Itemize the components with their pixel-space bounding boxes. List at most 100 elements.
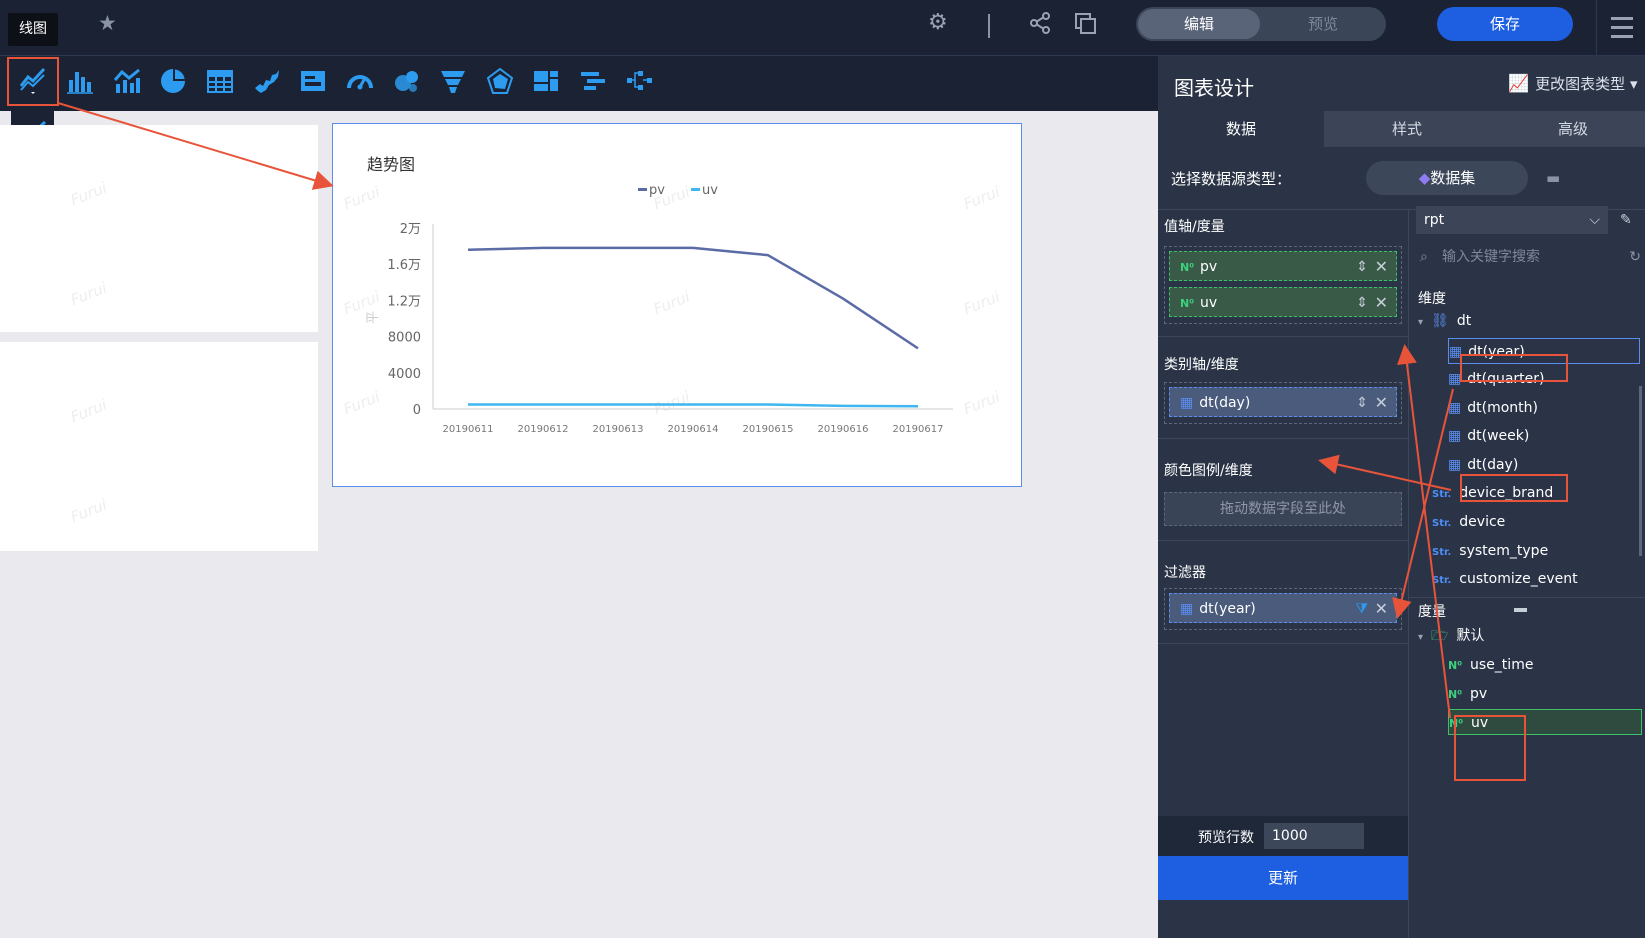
favorite-star-icon[interactable]: ★ — [98, 11, 117, 35]
dataset-select-value: rpt — [1424, 212, 1445, 228]
calendar-icon: ▦ — [1180, 395, 1194, 411]
field-label: customize_event — [1459, 571, 1578, 587]
datasource-type-label: 选择数据源类型： — [1171, 170, 1292, 188]
close-icon[interactable]: ✕ — [1375, 252, 1388, 282]
filter-label: 过滤器 — [1164, 565, 1206, 581]
number-badge-icon: N⁰ — [1448, 688, 1463, 701]
edit-dataset-icon[interactable]: ✎ — [1614, 206, 1645, 234]
field-pv[interactable]: N⁰ pv — [1448, 681, 1487, 707]
filter-icon[interactable]: ⧩ — [1356, 594, 1369, 624]
mode-toggle: 编辑 预览 — [1136, 7, 1386, 41]
chip-label: uv — [1200, 295, 1218, 311]
bubble-chart-icon[interactable] — [390, 64, 424, 98]
tab-data[interactable]: 数据 — [1158, 111, 1324, 147]
tab-advanced[interactable]: 高级 — [1490, 111, 1645, 147]
measure-folder[interactable]: ▾ 🗁 默认 — [1418, 623, 1484, 649]
field-device[interactable]: Str. device — [1432, 509, 1505, 535]
series-line-uv — [468, 403, 919, 408]
field-system-type[interactable]: Str. system_type — [1432, 538, 1548, 564]
string-badge-icon: Str. — [1432, 489, 1452, 500]
copy-icon[interactable] — [1073, 11, 1097, 35]
filter-dropzone: ▦ dt(year) ⧩ ✕ — [1164, 588, 1402, 630]
line-chart: 0 4000 8000 1.2万 1.6万 2万平 20190611 20190612 2019… — [366, 183, 953, 435]
kpi-card-icon[interactable] — [296, 64, 330, 98]
dim-root-dt[interactable]: ▾ ⛓ dt — [1418, 308, 1471, 334]
field-customize-event[interactable]: Str. customize_event — [1432, 566, 1578, 592]
expand-caret-icon[interactable]: ▾ — [1418, 317, 1423, 328]
trend-chart-card[interactable]: Furui Furui Furui Furui Furui Furui Furu… — [332, 123, 1022, 487]
value-chip-pv[interactable]: N⁰ pv ⇕ ✕ — [1169, 251, 1397, 281]
chip-label: dt(year) — [1199, 601, 1256, 617]
gauge-chart-icon[interactable] — [343, 64, 377, 98]
pie-chart-icon[interactable] — [156, 64, 190, 98]
dataset-button[interactable]: ◆数据集 — [1366, 161, 1528, 195]
calendar-icon: ▦ — [1180, 601, 1194, 617]
measure-title: 度量 — [1418, 604, 1446, 620]
menu-icon[interactable] — [1596, 0, 1645, 56]
category-axis-label: 类别轴/维度 — [1164, 357, 1239, 373]
divider — [1158, 438, 1408, 439]
close-icon[interactable]: ✕ — [1375, 288, 1388, 318]
field-dt-week[interactable]: ▦ dt(week) — [1448, 423, 1529, 449]
highlight-dt-year — [1460, 354, 1568, 382]
dataset-select[interactable]: rpt ⌵ — [1416, 206, 1608, 234]
hierarchy-icon: ⛓ — [1431, 313, 1449, 329]
table-icon[interactable] — [203, 64, 237, 98]
divider — [1408, 210, 1409, 938]
save-button[interactable]: 保存 — [1437, 7, 1573, 41]
radar-chart-icon[interactable] — [483, 64, 517, 98]
y-axis-label: 平 — [366, 311, 381, 324]
empty-report-card[interactable]: Furui Furui — [0, 342, 318, 551]
refresh-icon[interactable]: ↻ — [1629, 242, 1641, 272]
chevron-down-icon: ⌵ — [1589, 212, 1600, 228]
divider — [1158, 643, 1408, 644]
watermark: Furui — [67, 495, 110, 527]
divider — [1408, 597, 1645, 598]
share-icon[interactable] — [1028, 11, 1052, 35]
calendar-icon: ▦ — [1448, 457, 1462, 473]
category-chip-dt-day[interactable]: ▦ dt(day) ⇕ ✕ — [1169, 387, 1397, 417]
y-tick-label: 8000 — [388, 331, 421, 346]
gantt-chart-icon[interactable] — [576, 64, 610, 98]
field-list-scrollbar[interactable] — [1639, 386, 1642, 556]
dimension-title: 维度 — [1418, 291, 1446, 307]
top-bar: 线图 ★ ⚙ 编辑 预览 保存 — [0, 0, 1645, 56]
line-chart-icon[interactable] — [16, 62, 50, 96]
settings-gear-icon[interactable]: ⚙ — [928, 10, 948, 35]
map-chart-icon[interactable] — [250, 64, 284, 98]
folder-icon[interactable]: ▬ — [1538, 161, 1645, 195]
empty-report-card[interactable]: Furui Furui — [0, 125, 318, 332]
field-label: pv — [1470, 686, 1488, 702]
field-use-time[interactable]: N⁰ use_time — [1448, 652, 1533, 678]
tree-chart-icon[interactable] — [622, 64, 656, 98]
divider — [1158, 336, 1408, 337]
color-legend-dropzone[interactable]: 拖动数据字段至此处 — [1164, 492, 1402, 526]
preview-mode-button[interactable]: 预览 — [1262, 9, 1384, 39]
value-chip-uv[interactable]: N⁰ uv ⇕ ✕ — [1169, 287, 1397, 317]
x-tick-label: 20190614 — [668, 424, 719, 435]
update-button[interactable]: 更新 — [1158, 856, 1408, 900]
expand-caret-icon[interactable]: ▾ — [1418, 632, 1423, 643]
funnel-chart-icon[interactable] — [436, 64, 470, 98]
sort-icon[interactable]: ⇕ — [1356, 388, 1368, 418]
value-axis-label: 值轴/度量 — [1164, 219, 1225, 235]
edit-mode-button[interactable]: 编辑 — [1138, 9, 1260, 39]
combo-chart-icon[interactable] — [110, 64, 144, 98]
close-icon[interactable]: ✕ — [1375, 388, 1388, 418]
field-dt-month[interactable]: ▦ dt(month) — [1448, 395, 1538, 421]
close-icon[interactable]: ✕ — [1375, 594, 1388, 624]
preview-rows-input[interactable]: 1000 — [1264, 823, 1364, 849]
field-search-input[interactable]: ⌕ 输入关键字搜索 ↻ — [1416, 242, 1645, 272]
value-axis-dropzone: N⁰ pv ⇕ ✕ N⁰ uv ⇕ ✕ — [1164, 246, 1402, 324]
string-badge-icon: Str. — [1432, 575, 1452, 586]
preview-rows-label: 预览行数 — [1198, 830, 1254, 846]
sort-icon[interactable]: ⇕ — [1356, 288, 1368, 318]
filter-chip-dt-year[interactable]: ▦ dt(year) ⧩ ✕ — [1169, 593, 1397, 623]
treemap-chart-icon[interactable] — [529, 64, 563, 98]
line-chart-icon: 📈 — [1508, 74, 1530, 94]
sort-icon[interactable]: ⇕ — [1356, 252, 1368, 282]
tab-style[interactable]: 样式 — [1324, 111, 1490, 147]
collapse-icon[interactable] — [1514, 608, 1527, 612]
bar-chart-icon[interactable] — [63, 64, 97, 98]
change-chart-type-button[interactable]: 📈 更改图表类型 ▾ — [1508, 73, 1638, 94]
